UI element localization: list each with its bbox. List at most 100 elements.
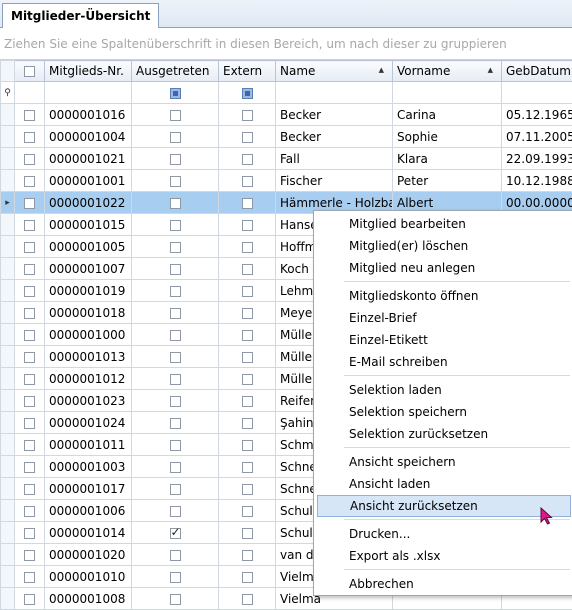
row-select-checkbox[interactable] <box>24 528 35 539</box>
table-row[interactable]: 0000001001FischerPeter10.12.1988 <box>1 170 572 192</box>
row-indicator[interactable]: ▸ <box>1 192 15 214</box>
row-select-checkbox[interactable] <box>24 374 35 385</box>
cell-extern[interactable] <box>219 588 276 610</box>
row-indicator[interactable] <box>1 522 15 544</box>
row-select-cell[interactable] <box>15 390 45 412</box>
menu-item-selection-save[interactable]: Selektion speichern <box>317 401 571 423</box>
extern-checkbox[interactable] <box>242 330 253 341</box>
row-select-checkbox[interactable] <box>24 242 35 253</box>
row-select-cell[interactable] <box>15 346 45 368</box>
extern-checkbox[interactable] <box>242 176 253 187</box>
row-select-cell[interactable] <box>15 412 45 434</box>
cell-extern[interactable] <box>219 346 276 368</box>
row-select-cell[interactable] <box>15 500 45 522</box>
cell-ausgetreten[interactable] <box>132 214 219 236</box>
row-indicator[interactable] <box>1 324 15 346</box>
cell-ausgetreten[interactable] <box>132 126 219 148</box>
cell-nr[interactable]: 0000001004 <box>45 126 132 148</box>
cell-extern[interactable] <box>219 390 276 412</box>
cell-ausgetreten[interactable] <box>132 566 219 588</box>
extern-checkbox[interactable] <box>242 264 253 275</box>
row-select-cell[interactable] <box>15 258 45 280</box>
filter-cell-nr[interactable] <box>45 82 132 104</box>
cell-ausgetreten[interactable] <box>132 544 219 566</box>
cell-ausgetreten[interactable] <box>132 170 219 192</box>
row-indicator[interactable] <box>1 214 15 236</box>
row-select-cell[interactable] <box>15 236 45 258</box>
ausgetreten-checkbox[interactable] <box>170 154 181 165</box>
cell-gebdatum[interactable]: 05.12.1965 <box>502 104 572 126</box>
filter-cell-name[interactable] <box>276 82 393 104</box>
ausgetreten-checkbox[interactable] <box>170 242 181 253</box>
row-indicator[interactable] <box>1 390 15 412</box>
menu-item-selection-reset[interactable]: Selektion zurücksetzen <box>317 423 571 445</box>
row-indicator[interactable] <box>1 126 15 148</box>
cell-extern[interactable] <box>219 456 276 478</box>
cell-nr[interactable]: 0000001015 <box>45 214 132 236</box>
menu-item-email[interactable]: E-Mail schreiben <box>317 351 571 373</box>
row-indicator[interactable] <box>1 148 15 170</box>
cell-nr[interactable]: 0000001021 <box>45 148 132 170</box>
row-select-cell[interactable] <box>15 566 45 588</box>
row-select-cell[interactable] <box>15 588 45 610</box>
ausgetreten-checkbox[interactable] <box>170 440 181 451</box>
ausgetreten-checkbox[interactable] <box>170 330 181 341</box>
row-select-cell[interactable] <box>15 214 45 236</box>
row-select-cell[interactable] <box>15 544 45 566</box>
row-select-cell[interactable] <box>15 104 45 126</box>
cell-extern[interactable] <box>219 522 276 544</box>
cell-extern[interactable] <box>219 566 276 588</box>
column-header-extern[interactable]: Extern <box>219 61 276 82</box>
cell-nr[interactable]: 0000001023 <box>45 390 132 412</box>
ausgetreten-checkbox[interactable] <box>170 110 181 121</box>
ausgetreten-checkbox[interactable] <box>170 220 181 231</box>
table-row[interactable]: 0000001016BeckerCarina05.12.1965 <box>1 104 572 126</box>
ausgetreten-checkbox[interactable] <box>170 176 181 187</box>
row-indicator[interactable] <box>1 302 15 324</box>
extern-checkbox[interactable] <box>242 484 253 495</box>
cell-nr[interactable]: 0000001010 <box>45 566 132 588</box>
extern-checkbox[interactable] <box>242 154 253 165</box>
extern-checkbox[interactable] <box>242 242 253 253</box>
cell-ausgetreten[interactable] <box>132 104 219 126</box>
menu-item-view-load[interactable]: Ansicht laden <box>317 473 571 495</box>
cell-extern[interactable] <box>219 170 276 192</box>
cell-extern[interactable] <box>219 368 276 390</box>
row-select-cell[interactable] <box>15 522 45 544</box>
cell-extern[interactable] <box>219 500 276 522</box>
row-select-checkbox[interactable] <box>24 550 35 561</box>
row-indicator[interactable] <box>1 280 15 302</box>
cell-nr[interactable]: 0000001005 <box>45 236 132 258</box>
row-indicator[interactable] <box>1 368 15 390</box>
cell-ausgetreten[interactable] <box>132 434 219 456</box>
row-indicator[interactable] <box>1 566 15 588</box>
column-header-gebdatum[interactable]: GebDatum <box>502 61 572 82</box>
cell-nr[interactable]: 0000001013 <box>45 346 132 368</box>
cell-extern[interactable] <box>219 126 276 148</box>
cell-ausgetreten[interactable] <box>132 148 219 170</box>
cell-ausgetreten[interactable] <box>132 258 219 280</box>
row-select-checkbox[interactable] <box>24 462 35 473</box>
row-select-checkbox[interactable] <box>24 396 35 407</box>
extern-checkbox[interactable] <box>242 572 253 583</box>
tab-mitglieder-uebersicht[interactable]: Mitglieder-Übersicht <box>2 3 159 28</box>
cell-nr[interactable]: 0000001019 <box>45 280 132 302</box>
cell-nr[interactable]: 0000001024 <box>45 412 132 434</box>
row-select-checkbox[interactable] <box>24 506 35 517</box>
filter-cell[interactable] <box>15 82 45 104</box>
cell-ausgetreten[interactable] <box>132 302 219 324</box>
row-select-cell[interactable] <box>15 302 45 324</box>
cell-nr[interactable]: 0000001006 <box>45 500 132 522</box>
filter-cell-gebdatum[interactable] <box>502 82 572 104</box>
row-select-checkbox[interactable] <box>24 352 35 363</box>
extern-checkbox[interactable] <box>242 220 253 231</box>
cell-extern[interactable] <box>219 236 276 258</box>
ausgetreten-checkbox[interactable] <box>170 286 181 297</box>
ausgetreten-checkbox[interactable] <box>170 594 181 605</box>
filter-cell-ausgetreten[interactable] <box>132 82 219 104</box>
extern-checkbox[interactable] <box>242 352 253 363</box>
cell-extern[interactable] <box>219 280 276 302</box>
row-indicator[interactable] <box>1 104 15 126</box>
cell-extern[interactable] <box>219 148 276 170</box>
row-select-checkbox[interactable] <box>24 594 35 605</box>
